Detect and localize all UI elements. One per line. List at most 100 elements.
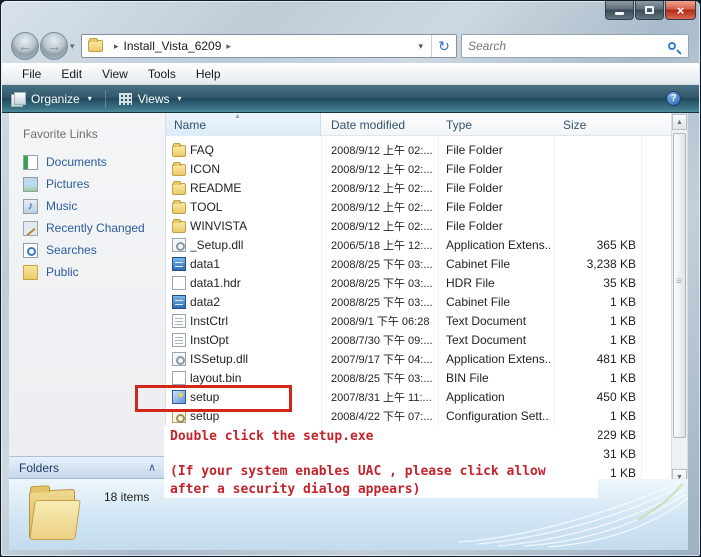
table-row[interactable]: README2008/9/12 上午 02:...File Folder <box>166 178 671 197</box>
menu-item-edit[interactable]: Edit <box>51 65 92 83</box>
file-icon <box>172 371 186 385</box>
refresh-button[interactable]: ↻ <box>431 35 456 57</box>
column-header-type[interactable]: Type <box>446 113 546 136</box>
organize-button[interactable]: Organize ▾ <box>2 89 101 109</box>
scroll-up-icon[interactable]: ▲ <box>672 114 687 130</box>
annotation-line: Double click the setup.exe <box>170 429 374 444</box>
file-size: 1 KB <box>546 406 636 425</box>
file-date-modified: 2008/9/12 上午 02:... <box>331 216 437 235</box>
folder-icon <box>172 145 186 157</box>
scrollbar-thumb[interactable] <box>673 133 686 438</box>
file-name: FAQ <box>190 140 320 159</box>
sidebar-item-searches[interactable]: Searches <box>9 239 165 261</box>
breadcrumb-arrow-icon[interactable]: ▸ <box>221 41 236 52</box>
menu-item-help[interactable]: Help <box>186 65 231 83</box>
file-date-modified: 2008/8/25 下午 03:... <box>331 273 437 292</box>
file-date-modified: 2008/9/12 上午 02:... <box>331 197 437 216</box>
maximize-icon <box>645 6 654 14</box>
breadcrumb-path[interactable]: Install_Vista_6209 <box>124 39 222 53</box>
sidebar-item-recently-changed[interactable]: Recently Changed <box>9 217 165 239</box>
breadcrumb-arrow-icon[interactable]: ▸ <box>109 41 124 52</box>
folder-icon <box>88 40 103 52</box>
file-date-modified: 2007/8/31 上午 11:... <box>331 387 437 406</box>
file-type: File Folder <box>446 216 550 235</box>
sort-ascending-icon: ▲ <box>234 113 241 120</box>
back-icon: ← <box>18 38 32 54</box>
search-box <box>461 34 689 58</box>
documents-icon <box>23 155 38 170</box>
table-row[interactable]: data12008/8/25 下午 03:...Cabinet File3,23… <box>166 254 671 273</box>
search-input[interactable] <box>462 39 668 53</box>
file-date-modified: 2008/8/25 下午 03:... <box>331 368 437 387</box>
file-type: Application <box>446 387 550 406</box>
close-button[interactable]: × <box>665 1 696 20</box>
application-extension-icon <box>172 238 186 252</box>
table-row[interactable]: InstOpt2008/7/30 下午 09:...Text Document1… <box>166 330 671 349</box>
history-dropdown[interactable]: ▾ <box>70 41 75 52</box>
recently-changed-icon <box>23 221 38 236</box>
file-type: Configuration Sett... <box>446 406 550 425</box>
table-row[interactable]: FAQ2008/9/12 上午 02:...File Folder <box>166 140 671 159</box>
navigation-bar: ← → ▾ ▸ Install_Vista_6209 ▸ ▾ ↻ <box>1 29 700 63</box>
column-header-size[interactable]: Size <box>563 113 633 136</box>
vertical-scrollbar[interactable]: ▲ ▼ <box>671 113 688 486</box>
back-button[interactable]: ← <box>11 32 39 60</box>
menu-item-view[interactable]: View <box>92 65 138 83</box>
highlight-rectangle <box>135 385 292 412</box>
favorite-links-header: Favorite Links <box>9 113 165 151</box>
text-document-icon <box>172 314 186 328</box>
column-header-date-modified[interactable]: Date modified <box>331 113 431 136</box>
file-type: Cabinet File <box>446 292 550 311</box>
views-button[interactable]: Views ▾ <box>110 89 191 109</box>
sidebar-item-pictures[interactable]: Pictures <box>9 173 165 195</box>
address-dropdown-icon[interactable]: ▾ <box>410 41 431 52</box>
folder-thumbnail-icon <box>29 484 81 540</box>
views-icon <box>119 93 132 105</box>
table-row[interactable]: WINVISTA2008/9/12 上午 02:...File Folder <box>166 216 671 235</box>
views-label: Views <box>138 92 170 106</box>
table-row[interactable]: TOOL2008/9/12 上午 02:...File Folder <box>166 197 671 216</box>
menu-item-file[interactable]: File <box>12 65 51 83</box>
table-row[interactable]: _Setup.dll2006/5/18 上午 12:...Application… <box>166 235 671 254</box>
application-extension-icon <box>172 352 186 366</box>
search-icon[interactable] <box>668 42 676 50</box>
table-row[interactable]: InstCtrl2008/9/1 下午 06:28Text Document1 … <box>166 311 671 330</box>
menu-item-tools[interactable]: Tools <box>138 65 186 83</box>
file-size <box>546 178 636 197</box>
table-row[interactable]: data22008/8/25 下午 03:...Cabinet File1 KB <box>166 292 671 311</box>
column-header-name[interactable]: Name <box>166 113 321 136</box>
file-date-modified: 2008/9/12 上午 02:... <box>331 159 437 178</box>
chevron-down-icon: ▾ <box>178 94 182 103</box>
annotation-line: (If your system enables UAC , please cli… <box>170 464 546 479</box>
table-row[interactable]: ISSetup.dll2007/9/17 下午 04:...Applicatio… <box>166 349 671 368</box>
folder-icon <box>172 202 186 214</box>
minimize-button[interactable] <box>605 1 634 20</box>
sidebar-item-music[interactable]: ♪Music <box>9 195 165 217</box>
file-size: 1 KB <box>546 311 636 330</box>
file-name: ISSetup.dll <box>190 349 320 368</box>
table-row[interactable]: ICON2008/9/12 上午 02:...File Folder <box>166 159 671 178</box>
forward-button[interactable]: → <box>40 32 68 60</box>
file-type: File Folder <box>446 178 550 197</box>
file-type: HDR File <box>446 273 550 292</box>
sidebar-item-documents[interactable]: Documents <box>9 151 165 173</box>
sidebar-item-label: Music <box>46 199 77 213</box>
file-date-modified: 2007/9/17 下午 04:... <box>331 349 437 368</box>
file-size: 35 KB <box>546 273 636 292</box>
file-date-modified: 2008/8/25 下午 03:... <box>331 292 437 311</box>
file-type: Text Document <box>446 330 550 349</box>
file-size: 481 KB <box>546 349 636 368</box>
file-size <box>546 197 636 216</box>
folder-icon <box>172 164 186 176</box>
file-type: File Folder <box>446 159 550 178</box>
table-row[interactable]: data1.hdr2008/8/25 下午 03:...HDR File35 K… <box>166 273 671 292</box>
maximize-button[interactable] <box>635 1 664 20</box>
file-type: File Folder <box>446 140 550 159</box>
folders-button[interactable]: Folders ∧ <box>9 456 166 479</box>
file-name: InstOpt <box>190 330 320 349</box>
sidebar-item-public[interactable]: Public <box>9 261 165 283</box>
file-size <box>546 159 636 178</box>
file-date-modified: 2008/8/25 下午 03:... <box>331 254 437 273</box>
address-bar[interactable]: ▸ Install_Vista_6209 ▸ ▾ ↻ <box>81 34 457 58</box>
help-button[interactable]: ? <box>666 91 681 106</box>
